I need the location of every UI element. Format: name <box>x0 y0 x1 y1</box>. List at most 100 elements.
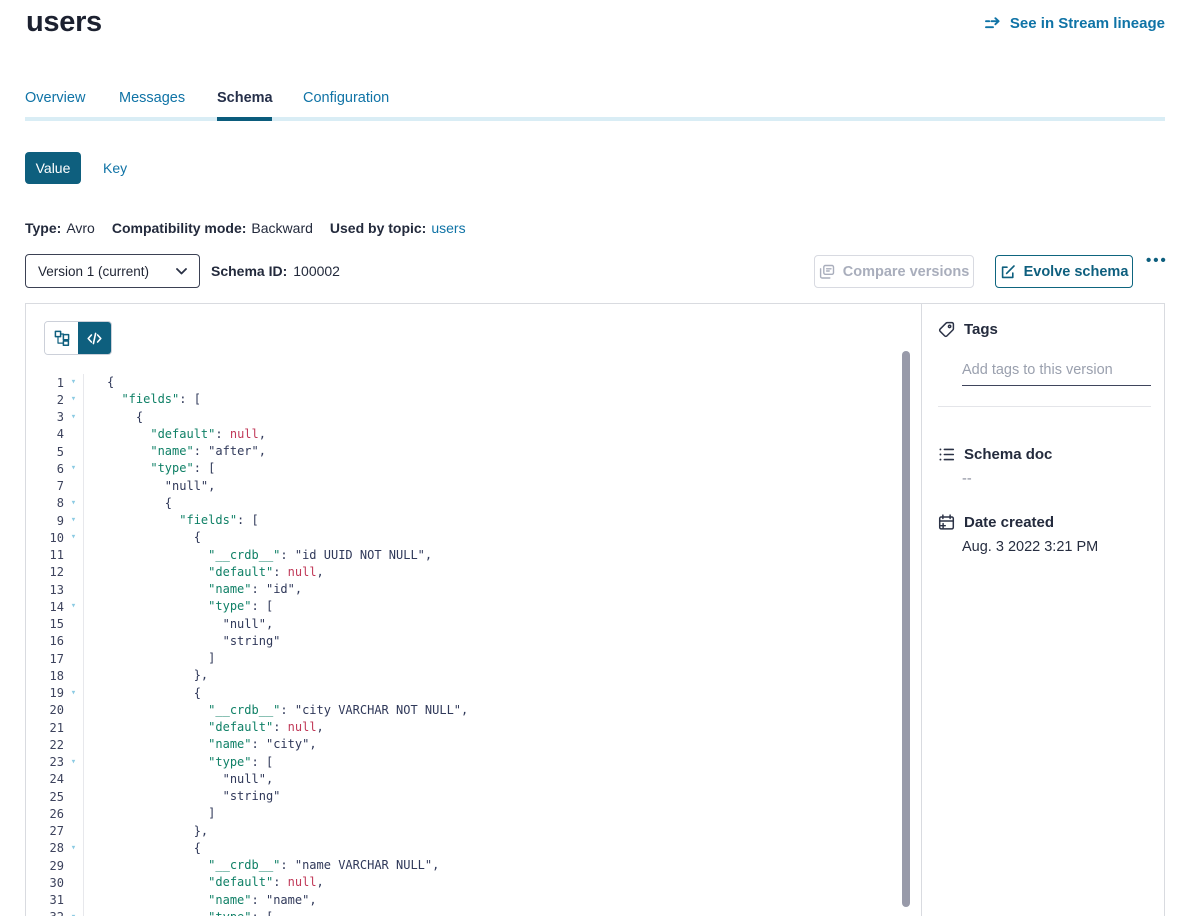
line-number: 18 <box>26 669 64 683</box>
fold-toggle-icon[interactable]: ▾ <box>64 391 83 408</box>
code-text: "string" <box>83 788 280 805</box>
evolve-schema-label: Evolve schema <box>1024 264 1129 280</box>
active-tab-indicator <box>217 117 272 121</box>
schema-meta-row: Type: Avro Compatibility mode: Backward … <box>25 220 466 236</box>
fold-toggle-icon[interactable]: ▾ <box>64 754 83 771</box>
used-by-topic-label: Used by topic: <box>330 220 426 236</box>
add-tags-input[interactable] <box>962 358 1151 386</box>
code-text: ] <box>83 650 215 667</box>
code-text: "null", <box>83 616 273 633</box>
tab-configuration[interactable]: Configuration <box>303 90 389 106</box>
code-text: { <box>83 495 172 512</box>
compare-versions-button[interactable]: Compare versions <box>814 255 974 288</box>
line-number: 31 <box>26 893 64 907</box>
type-meta: Type: Avro <box>25 220 95 236</box>
code-text: "null", <box>83 478 215 495</box>
tree-view-button[interactable] <box>45 322 78 354</box>
line-number: 27 <box>26 824 64 838</box>
code-text: }, <box>83 823 208 840</box>
tag-icon <box>938 321 955 338</box>
value-toggle-button[interactable]: Value <box>25 152 81 184</box>
code-line: 32▾ "type": [ <box>26 909 902 916</box>
schema-panel: 1▾{2▾ "fields": [3▾ {4 "default": null,5… <box>25 303 1165 916</box>
date-created-section-header: Date created <box>938 514 1054 531</box>
code-line: 17 ] <box>26 650 902 667</box>
code-line: 22 "name": "city", <box>26 736 902 753</box>
fold-toggle-icon[interactable]: ▾ <box>64 909 83 916</box>
code-text: "type": [ <box>83 460 215 477</box>
line-number: 23 <box>26 755 64 769</box>
line-number: 2 <box>26 393 64 407</box>
fold-toggle-icon[interactable]: ▾ <box>64 529 83 546</box>
line-number: 1 <box>26 376 64 390</box>
code-line: 4 "default": null, <box>26 426 902 443</box>
stream-lineage-icon <box>985 17 1003 31</box>
fold-toggle-icon[interactable]: ▾ <box>64 685 83 702</box>
code-text: ] <box>83 805 215 822</box>
line-number: 10 <box>26 531 64 545</box>
code-line: 23▾ "type": [ <box>26 754 902 771</box>
code-text: "default": null, <box>83 874 324 891</box>
fold-toggle-icon[interactable]: ▾ <box>64 409 83 426</box>
schema-id: Schema ID: 100002 <box>211 263 340 279</box>
evolve-schema-button[interactable]: Evolve schema <box>995 255 1133 288</box>
code-text: "null", <box>83 771 273 788</box>
code-text: { <box>83 374 114 391</box>
code-line: 6▾ "type": [ <box>26 460 902 477</box>
code-line: 11 "__crdb__": "id UUID NOT NULL", <box>26 547 902 564</box>
more-options-button[interactable]: ••• <box>1146 252 1168 269</box>
sidebar-divider <box>938 406 1151 407</box>
tab-schema[interactable]: Schema <box>217 90 273 106</box>
line-number: 9 <box>26 514 64 528</box>
code-text: "type": [ <box>83 909 273 916</box>
tab-overview[interactable]: Overview <box>25 90 85 106</box>
code-text: { <box>83 409 143 426</box>
line-number: 14 <box>26 600 64 614</box>
line-number: 3 <box>26 410 64 424</box>
edit-pencil-icon <box>1000 264 1016 280</box>
type-label: Type: <box>25 220 61 236</box>
tab-underline-track <box>25 117 1165 121</box>
line-number: 12 <box>26 565 64 579</box>
compare-versions-label: Compare versions <box>843 264 970 280</box>
topic-link[interactable]: users <box>431 220 465 236</box>
see-in-stream-lineage-link[interactable]: See in Stream lineage <box>985 15 1165 32</box>
line-number: 24 <box>26 772 64 786</box>
vertical-scrollbar[interactable] <box>902 351 910 907</box>
code-line: 3▾ { <box>26 409 902 426</box>
line-number: 5 <box>26 445 64 459</box>
fold-toggle-icon[interactable]: ▾ <box>64 495 83 512</box>
compare-versions-icon <box>819 264 835 280</box>
line-number: 15 <box>26 617 64 631</box>
fold-toggle-icon[interactable]: ▾ <box>64 512 83 529</box>
schema-id-value: 100002 <box>293 263 340 279</box>
page-title: users <box>26 6 102 39</box>
calendar-add-icon <box>938 514 955 531</box>
tab-messages[interactable]: Messages <box>119 90 185 106</box>
type-value: Avro <box>66 220 95 236</box>
key-toggle-button[interactable]: Key <box>103 160 127 176</box>
code-line: 14▾ "type": [ <box>26 598 902 615</box>
compatibility-meta: Compatibility mode: Backward <box>112 220 313 236</box>
code-text: "__crdb__": "id UUID NOT NULL", <box>83 547 432 564</box>
code-line: 7 "null", <box>26 478 902 495</box>
schema-sidebar: Tags Schema doc -- <box>921 304 1166 916</box>
line-number: 29 <box>26 859 64 873</box>
code-line: 5 "name": "after", <box>26 443 902 460</box>
code-line: 2▾ "fields": [ <box>26 391 902 408</box>
fold-toggle-icon[interactable]: ▾ <box>64 598 83 615</box>
line-number: 8 <box>26 496 64 510</box>
code-line: 13 "name": "id", <box>26 581 902 598</box>
line-number: 30 <box>26 876 64 890</box>
fold-toggle-icon[interactable]: ▾ <box>64 374 83 391</box>
compatibility-value: Backward <box>251 220 312 236</box>
version-select-value: Version 1 (current) <box>38 264 149 279</box>
code-view-button[interactable] <box>78 322 111 354</box>
fold-toggle-icon[interactable]: ▾ <box>64 840 83 857</box>
fold-toggle-icon[interactable]: ▾ <box>64 460 83 477</box>
code-line: 1▾{ <box>26 374 902 391</box>
line-number: 16 <box>26 634 64 648</box>
version-select[interactable]: Version 1 (current) <box>25 254 200 288</box>
code-line: 24 "null", <box>26 771 902 788</box>
code-line: 26 ] <box>26 805 902 822</box>
